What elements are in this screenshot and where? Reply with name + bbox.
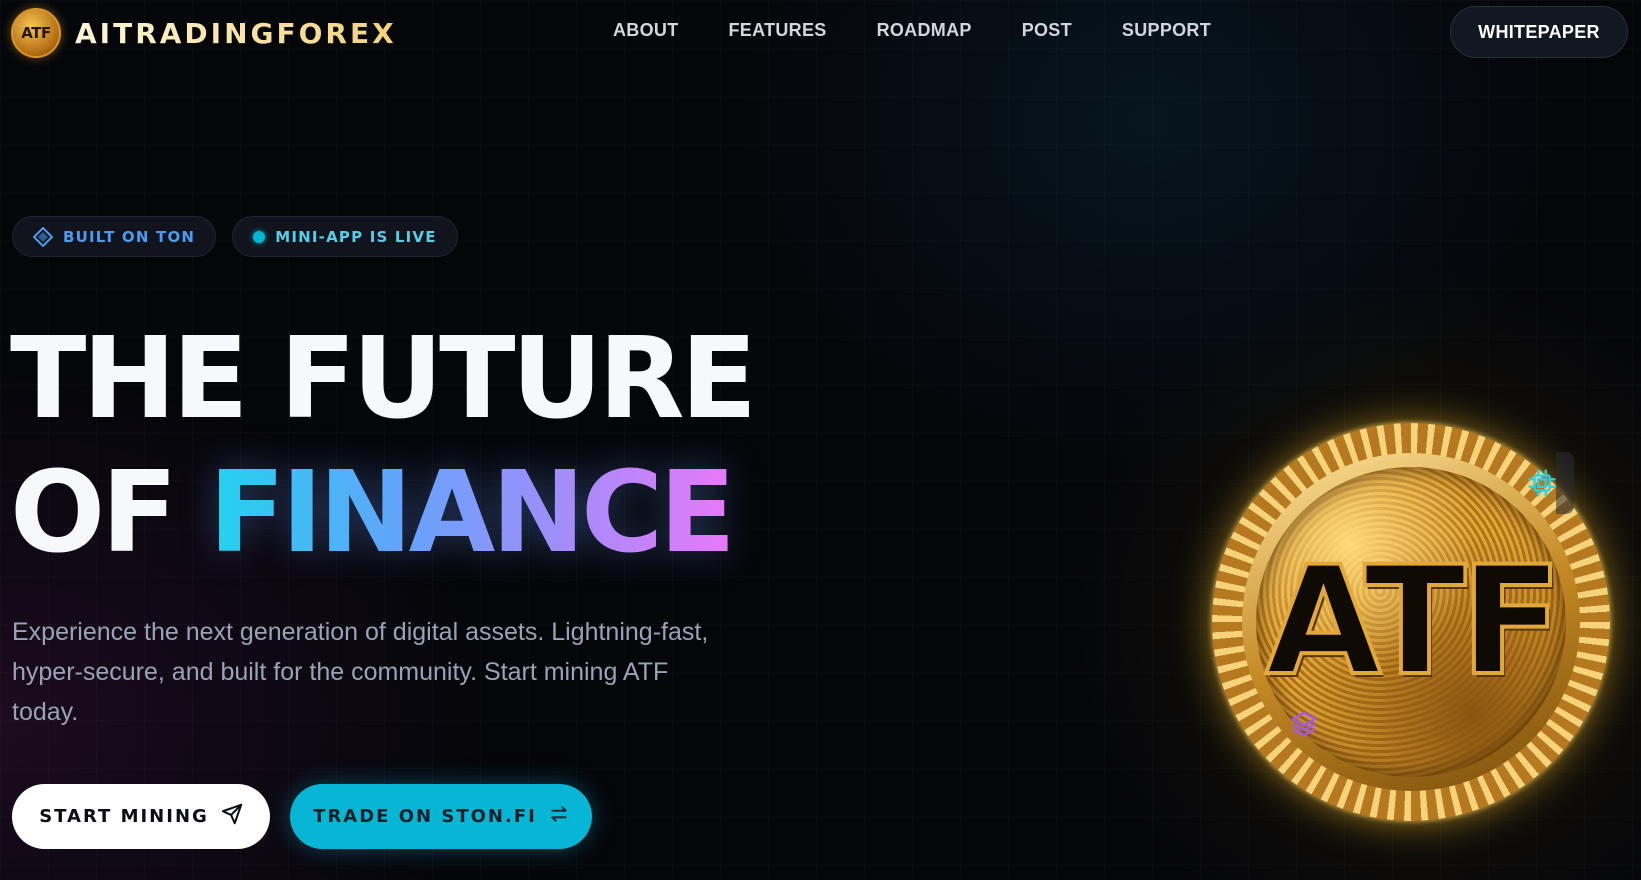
top-navigation: ATF AITRADINGFOREX ABOUT FEATURES ROADMA… xyxy=(0,0,1641,66)
diamond-icon xyxy=(33,226,53,247)
floating-panel-edge xyxy=(1556,452,1574,514)
hero-badges: BUILT ON TON MINI-APP IS LIVE xyxy=(12,216,458,257)
whitepaper-button[interactable]: WHITEPAPER xyxy=(1450,6,1628,58)
trade-on-ston-button[interactable]: TRADE ON STON.FI xyxy=(290,784,592,849)
nav-link-about[interactable]: ABOUT xyxy=(613,20,679,41)
badge-mini-app-live: MINI-APP IS LIVE xyxy=(232,216,458,257)
layers-icon xyxy=(1289,709,1319,744)
badge-live-label: MINI-APP IS LIVE xyxy=(275,227,437,246)
nav-link-features[interactable]: FEATURES xyxy=(729,20,827,41)
headline-accent: FINANCE xyxy=(208,448,736,578)
hero-headline: THE FUTURE OF FINANCE xyxy=(10,312,757,580)
nav-link-support[interactable]: SUPPORT xyxy=(1122,20,1211,41)
hero-description: Experience the next generation of digita… xyxy=(12,618,709,726)
send-icon xyxy=(221,803,243,830)
badge-ton-label: BUILT ON TON xyxy=(63,227,196,246)
brand-name: AITRADINGFOREX xyxy=(75,16,397,50)
nav-link-post[interactable]: POST xyxy=(1022,20,1072,41)
nav-link-roadmap[interactable]: ROADMAP xyxy=(877,20,972,41)
trade-label: TRADE ON STON.FI xyxy=(313,806,537,827)
nav-links: ABOUT FEATURES ROADMAP POST SUPPORT xyxy=(613,20,1211,41)
badge-built-on-ton: BUILT ON TON xyxy=(12,216,217,257)
brand-logo: ATF xyxy=(11,8,61,58)
chip-icon xyxy=(1527,468,1557,503)
brand[interactable]: ATF AITRADINGFOREX xyxy=(11,8,397,58)
live-dot-icon xyxy=(253,230,266,243)
headline-line-2: OF FINANCE xyxy=(10,446,753,580)
headline-line-1: THE FUTURE xyxy=(10,314,757,444)
headline-plain: OF xyxy=(10,448,209,578)
coin-text: ATF xyxy=(1263,533,1564,711)
brand-logo-text: ATF xyxy=(21,24,51,42)
swap-arrows-icon xyxy=(549,804,569,829)
start-mining-label: START MINING xyxy=(39,806,209,827)
start-mining-button[interactable]: START MINING xyxy=(12,784,270,849)
